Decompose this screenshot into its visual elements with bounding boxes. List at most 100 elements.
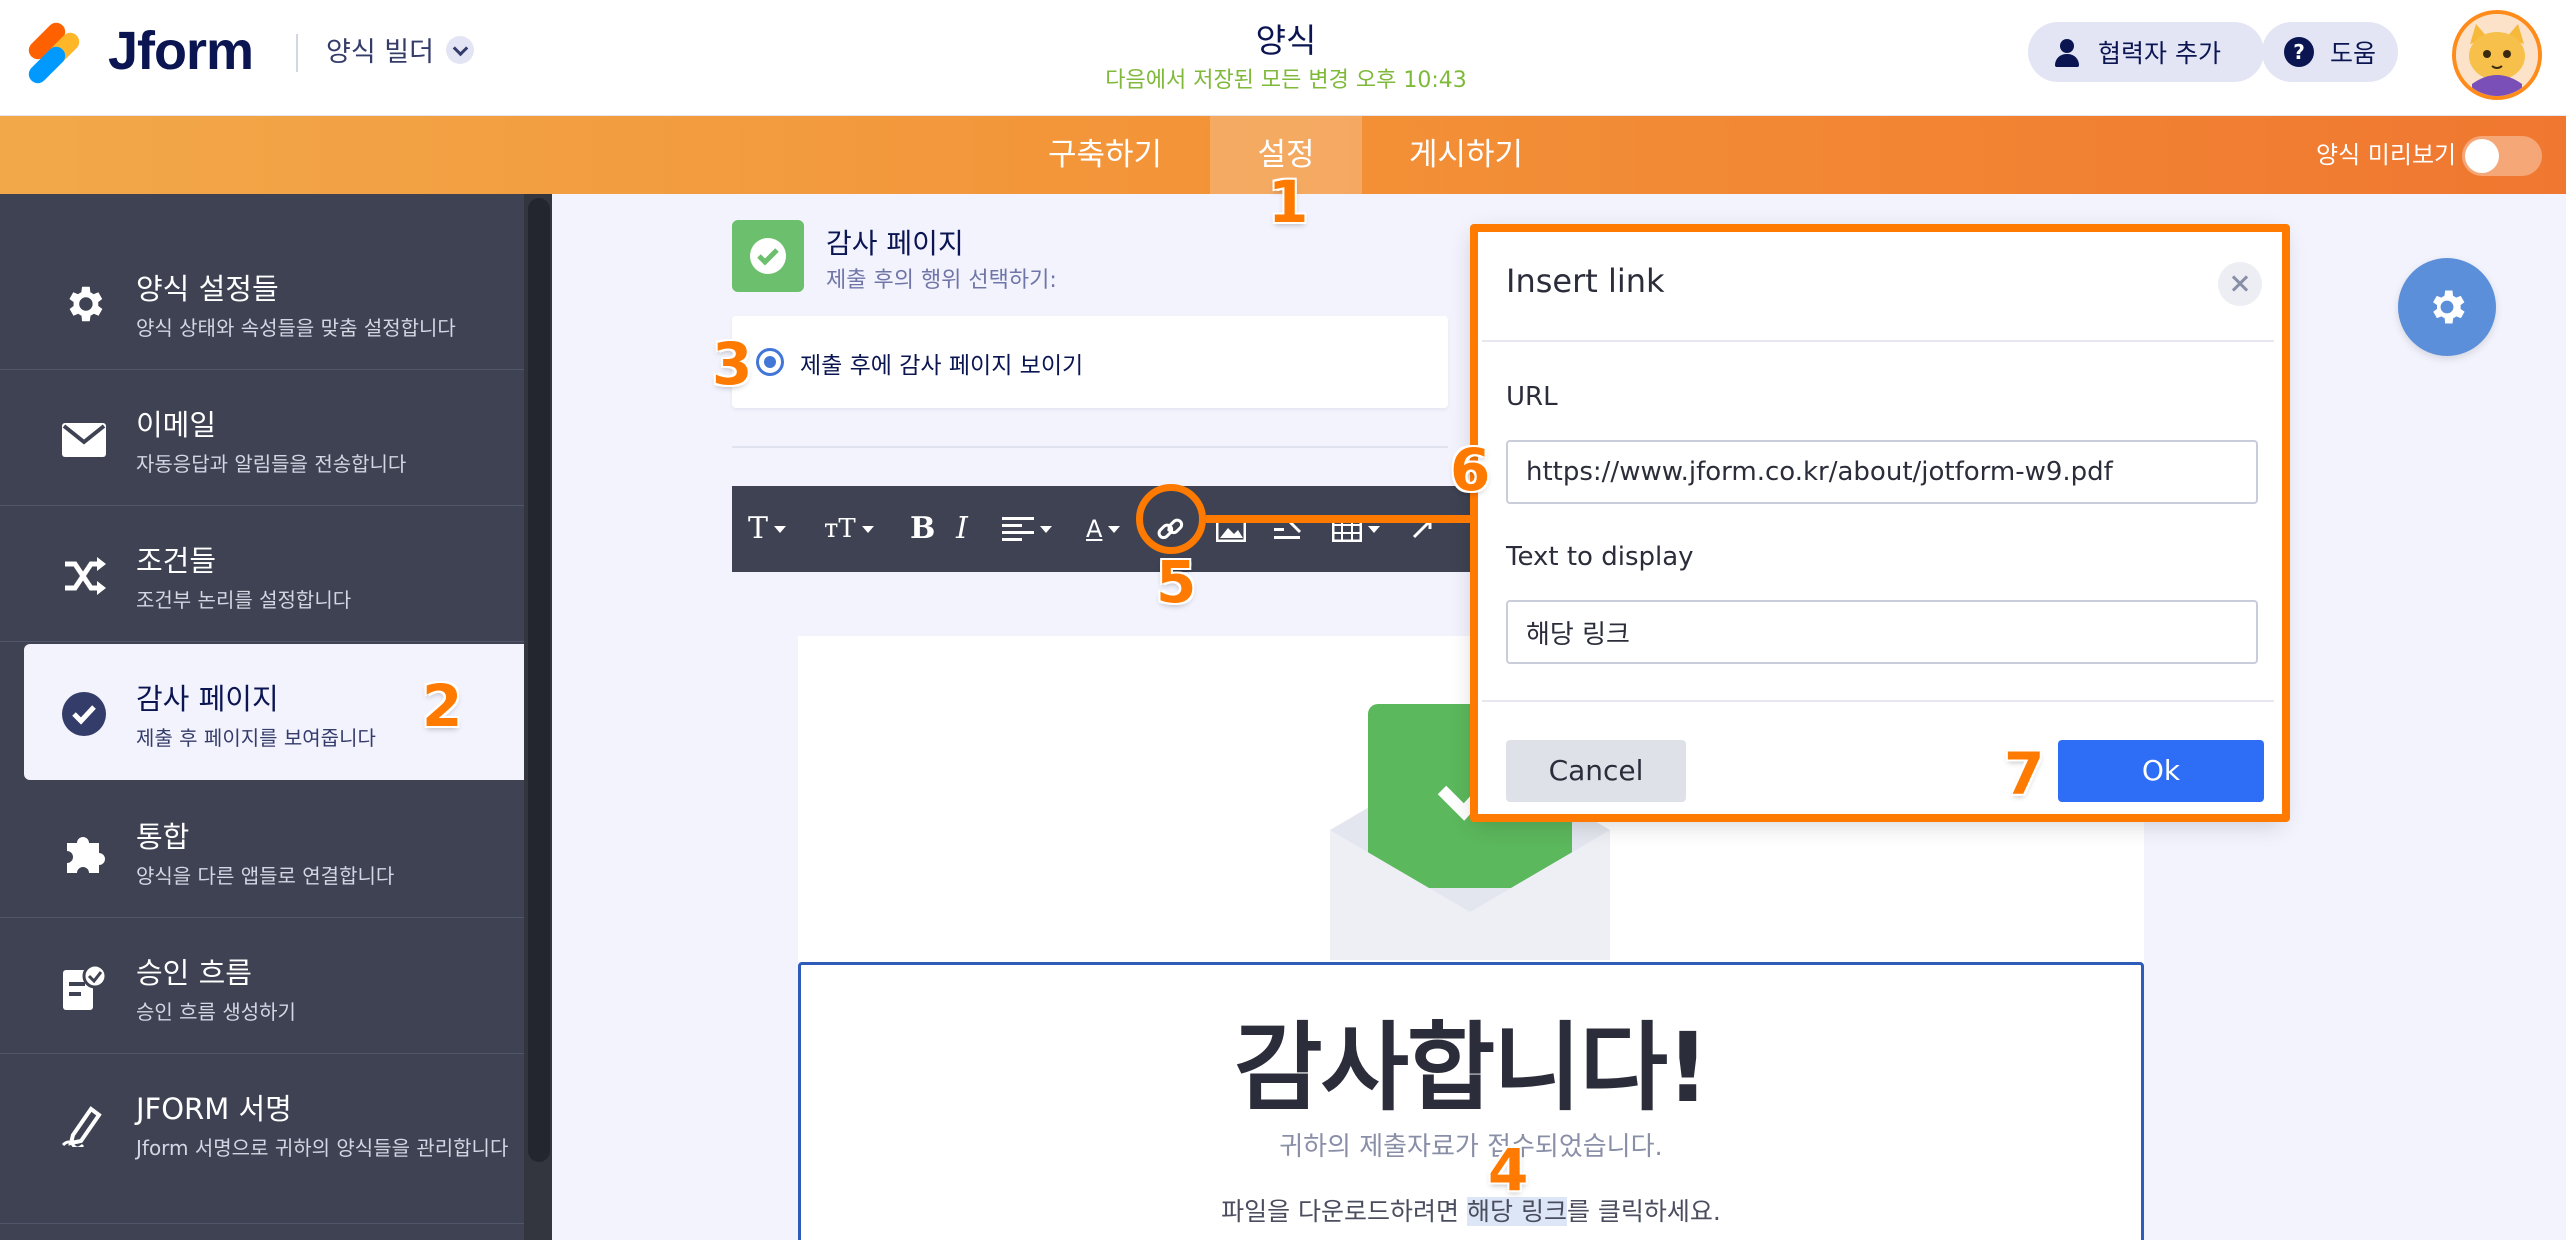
step-number: 7 — [2004, 740, 2045, 808]
sidebar-item-desc: 양식을 다른 앱들로 연결합니다 — [136, 864, 395, 888]
approval-icon — [58, 964, 110, 1012]
add-collaborator-label: 협력자 추가 — [2098, 39, 2221, 68]
text-color-icon: A — [1086, 515, 1103, 543]
caret-down-icon — [1040, 525, 1052, 533]
gear-icon — [58, 280, 110, 328]
sidebar-item-form-settings[interactable]: 양식 설정들 양식 상태와 속성들을 맞춤 설정합니다 — [0, 234, 524, 370]
shuffle-icon — [58, 552, 110, 600]
section-subtitle: 제출 후의 행위 선택하기: — [826, 268, 1057, 293]
pen-icon — [58, 1100, 110, 1148]
step-number: 4 — [1488, 1136, 1529, 1204]
annotation-link-circle — [1136, 484, 1206, 554]
settings-fab-button[interactable] — [2398, 258, 2496, 356]
sidebar-item-title: 조건들 — [136, 544, 217, 578]
dialog-title: Insert link — [1506, 262, 1665, 300]
jform-logo[interactable]: Jform — [25, 19, 254, 87]
dialog-divider — [1482, 340, 2274, 342]
download-prefix: 파일을 다운로드하려면 — [1221, 1197, 1468, 1226]
user-icon — [2052, 37, 2082, 67]
top-bar: Jform 양식 빌더 양식 다음에서 저장된 모든 변경 오후 10:43 협… — [0, 0, 2566, 116]
builder-label: 양식 빌더 — [326, 37, 434, 68]
step-number: 5 — [1156, 548, 1197, 616]
close-icon[interactable] — [2218, 262, 2262, 306]
font-icon: T — [748, 511, 769, 546]
sidebar-scrollbar-thumb[interactable] — [528, 198, 550, 1162]
sidebar-item-integrations[interactable]: 통합 양식을 다른 앱들로 연결합니다 — [0, 782, 524, 918]
text-color-button[interactable]: A — [1086, 508, 1121, 550]
logo-mark-icon — [25, 19, 88, 87]
show-thank-you-label[interactable]: 제출 후에 감사 페이지 보이기 — [800, 346, 1083, 380]
sidebar-item-title: JFORM 서명 — [136, 1092, 292, 1126]
url-input[interactable] — [1506, 440, 2258, 504]
sidebar-item-desc: 조건부 논리를 설정합니다 — [136, 588, 352, 612]
show-thank-you-radio[interactable] — [756, 348, 784, 376]
bold-button[interactable]: B — [910, 508, 935, 550]
puzzle-icon — [58, 828, 110, 876]
caret-down-icon — [774, 525, 787, 533]
cancel-button[interactable]: Cancel — [1506, 740, 1686, 802]
thank-you-message: 귀하의 제출자료가 접수되었습니다. — [1279, 1132, 1663, 1162]
header-divider — [296, 34, 298, 72]
font-size-icon: тT — [824, 514, 856, 544]
italic-icon: I — [956, 511, 968, 546]
rich-text-toolbar: T тT B I A — [732, 486, 1472, 572]
bold-icon: B — [910, 511, 936, 546]
sidebar-item-desc: Jform 서명으로 귀하의 양식들을 관리합니다 — [136, 1136, 509, 1160]
caret-down-icon — [1108, 525, 1121, 533]
gear-icon — [2433, 290, 2465, 324]
step-number: 2 — [422, 672, 463, 740]
form-preview-toggle[interactable] — [2462, 136, 2542, 176]
sidebar-item-title: 통합 — [136, 820, 190, 854]
sidebar-item-title: 승인 흐름 — [136, 956, 252, 990]
add-collaborator-button[interactable]: 협력자 추가 — [2028, 22, 2264, 82]
tab-publish[interactable]: 게시하기 — [1400, 116, 1532, 194]
align-button[interactable] — [1002, 508, 1052, 550]
help-label: 도움 — [2330, 39, 2377, 68]
caret-down-icon — [861, 525, 874, 533]
sidebar-item-jform-sign[interactable]: JFORM 서명 Jform 서명으로 귀하의 양식들을 관리합니다 — [0, 1054, 524, 1224]
sidebar-item-title: 양식 설정들 — [136, 272, 279, 306]
sidebar-item-desc: 양식 상태와 속성들을 맞춤 설정합니다 — [136, 316, 456, 340]
step-number: 3 — [712, 330, 753, 398]
url-label: URL — [1506, 382, 1558, 412]
sidebar-item-email[interactable]: 이메일 자동응답과 알림들을 전송합니다 — [0, 370, 524, 506]
logo-text: Jform — [108, 21, 254, 81]
save-status: 다음에서 저장된 모든 변경 오후 10:43 — [1105, 68, 1467, 93]
thank-you-heading: 감사합니다! — [1234, 1012, 1709, 1124]
caret-down-icon — [1368, 525, 1380, 533]
font-size-button[interactable]: тT — [824, 508, 874, 550]
ok-button[interactable]: Ok — [2058, 740, 2264, 802]
step-number: 6 — [1450, 436, 1491, 504]
sidebar-item-conditions[interactable]: 조건들 조건부 논리를 설정합니다 — [0, 506, 524, 642]
section-title: 감사 페이지 — [826, 227, 964, 260]
avatar[interactable] — [2452, 10, 2542, 100]
sidebar-item-desc: 자동응답과 알림들을 전송합니다 — [136, 452, 407, 476]
download-instruction: 파일을 다운로드하려면 해당 링크를 클릭하세요. — [798, 1192, 2144, 1228]
content-divider — [732, 446, 1448, 448]
builder-dropdown[interactable]: 양식 빌더 — [326, 30, 474, 69]
sidebar-item-title: 감사 페이지 — [136, 682, 279, 716]
download-suffix: 를 클릭하세요. — [1566, 1197, 1721, 1226]
thank-you-check-icon — [732, 220, 804, 292]
italic-button[interactable]: I — [956, 508, 968, 550]
font-family-button[interactable]: T — [748, 508, 787, 550]
tab-build[interactable]: 구축하기 — [1040, 116, 1170, 194]
sidebar-item-desc: 승인 흐름 생성하기 — [136, 1000, 296, 1024]
form-title[interactable]: 양식 — [1086, 14, 1486, 62]
sidebar-item-approval-flow[interactable]: 승인 흐름 승인 흐름 생성하기 — [0, 918, 524, 1054]
check-circle-icon — [58, 690, 110, 738]
envelope-icon — [58, 416, 110, 464]
chevron-down-icon — [445, 35, 474, 64]
avatar-cat-icon — [2456, 14, 2538, 96]
text-to-display-input[interactable] — [1506, 600, 2258, 664]
form-preview-label: 양식 미리보기 — [2316, 141, 2457, 169]
text-to-display-label: Text to display — [1506, 542, 1694, 572]
align-left-icon — [1002, 517, 1034, 541]
sidebar-item-title: 이메일 — [136, 408, 217, 442]
annotation-connector — [1206, 515, 1474, 523]
insert-link-dialog — [1474, 228, 2282, 818]
dialog-divider — [1482, 700, 2274, 702]
help-button[interactable]: ? 도움 — [2262, 22, 2398, 82]
question-icon: ? — [2284, 37, 2314, 67]
step-number: 1 — [1268, 168, 1309, 236]
